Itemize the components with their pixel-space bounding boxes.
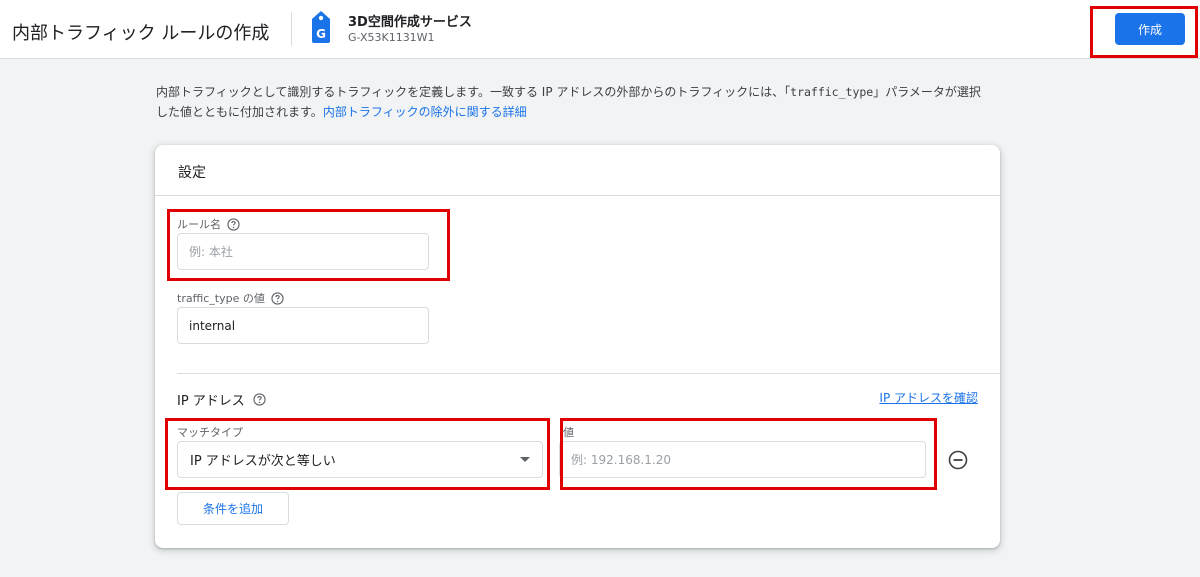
match-type-select[interactable]: IP アドレスが次と等しい: [177, 441, 543, 478]
section-divider: [177, 373, 1000, 374]
description-text-1: 内部トラフィックとして識別するトラフィックを定義します。一致する IP アドレス…: [156, 85, 791, 99]
ip-section-label-text: IP アドレス: [177, 394, 245, 409]
traffic-type-label-text: traffic_type の値: [177, 292, 265, 305]
ip-value-input[interactable]: [559, 441, 926, 478]
help-icon[interactable]: [271, 291, 284, 305]
match-type-selected: IP アドレスが次と等しい: [190, 454, 336, 469]
help-icon[interactable]: [253, 393, 266, 406]
rule-name-label: ルール名: [177, 216, 240, 232]
header-divider: [291, 12, 292, 46]
property-name: 3D空間作成サービス: [348, 15, 472, 30]
add-condition-button[interactable]: 条件を追加: [177, 492, 289, 525]
help-icon[interactable]: [227, 217, 240, 231]
page-title: 内部トラフィック ルールの作成: [12, 23, 270, 44]
svg-text:G: G: [316, 27, 326, 41]
create-button[interactable]: 作成: [1115, 13, 1185, 45]
description-code: traffic_type: [790, 85, 874, 99]
check-ip-link[interactable]: IP アドレスを確認: [879, 389, 978, 406]
rule-name-label-text: ルール名: [177, 218, 221, 231]
remove-circle-icon[interactable]: [948, 450, 968, 470]
ip-section-label: IP アドレス: [177, 390, 266, 409]
app-header: 内部トラフィック ルールの作成 G 3D空間作成サービス G-X53K1131W…: [0, 0, 1200, 59]
traffic-type-input[interactable]: [177, 307, 429, 344]
traffic-type-label: traffic_type の値: [177, 290, 284, 306]
dropdown-caret-icon: [520, 457, 530, 462]
page-description: 内部トラフィックとして識別するトラフィックを定義します。一致する IP アドレス…: [156, 82, 986, 122]
match-type-label: マッチタイプ: [177, 426, 243, 439]
card-header-divider: [155, 195, 1000, 196]
settings-card: 設定 ルール名 traffic_type の値 IP アドレス IP アドレスを…: [155, 145, 1000, 548]
rule-name-input[interactable]: [177, 233, 429, 270]
ga-tag-icon: G: [312, 11, 330, 43]
property-id: G-X53K1131W1: [348, 31, 435, 44]
ip-value-label: 値: [563, 426, 574, 439]
card-title: 設定: [178, 165, 206, 181]
learn-more-link[interactable]: 内部トラフィックの除外に関する詳細: [323, 105, 527, 119]
